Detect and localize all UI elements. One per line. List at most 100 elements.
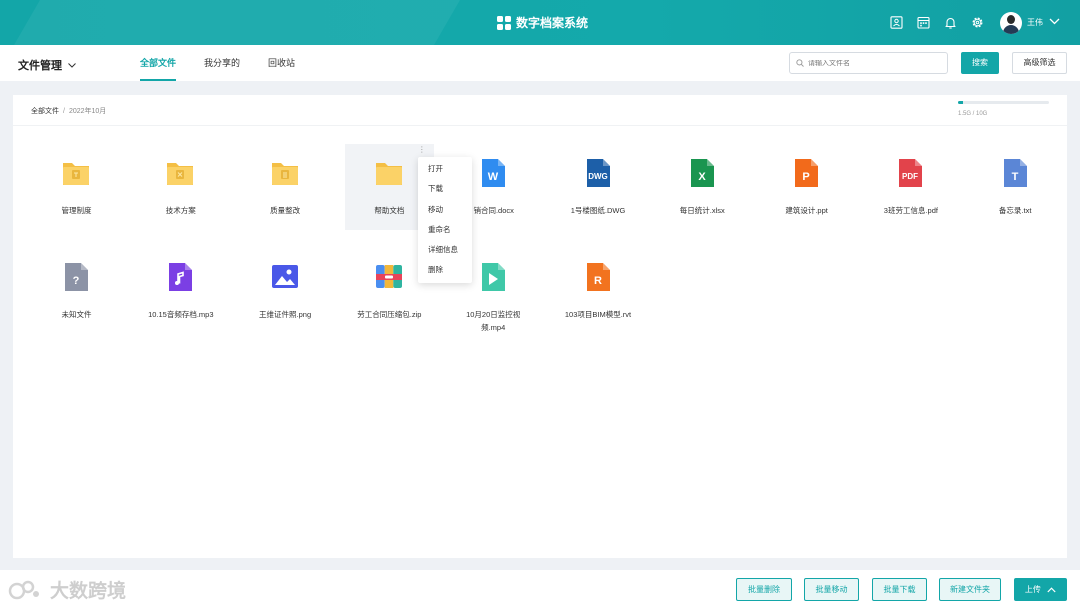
advanced-filter-button[interactable]: 高级筛选 — [1012, 52, 1067, 74]
search-input[interactable] — [808, 59, 938, 67]
bell-icon[interactable] — [943, 16, 957, 30]
file-name: 每日统计.xlsx — [679, 206, 725, 215]
divider — [13, 125, 1067, 126]
contacts-icon[interactable] — [889, 16, 903, 30]
module-selector[interactable]: 文件管理 — [18, 57, 76, 73]
folder-file-icon — [62, 157, 90, 189]
file-item[interactable]: 王维证件照.png — [241, 248, 330, 334]
tab-recycle-bin[interactable]: 回收站 — [268, 45, 295, 81]
app-title: 数字档案系统 — [516, 16, 589, 30]
file-name: 备忘录.txt — [998, 206, 1032, 215]
batch-move-button[interactable]: 批量移动 — [804, 578, 859, 601]
file-item[interactable]: T 备忘录.txt — [971, 144, 1060, 230]
file-name: 建筑设计.ppt — [785, 206, 828, 215]
video-file-icon — [479, 261, 507, 293]
tab-bar: 全部文件 我分享的 回收站 — [140, 45, 323, 81]
context-menu-item[interactable]: 移动 — [418, 200, 472, 220]
watermark: 大数跨境 — [8, 576, 126, 603]
file-name: 1号楼图纸.DWG — [570, 206, 626, 215]
chevron-down-icon — [1049, 18, 1060, 27]
upload-label: 上传 — [1024, 585, 1041, 594]
header-actions: 王伟 — [876, 0, 1060, 45]
svg-text:R: R — [594, 275, 602, 287]
audio-file-icon — [166, 261, 194, 293]
word-file-icon: W — [479, 157, 507, 189]
storage-usage: 1.5G / 10G — [958, 101, 1049, 117]
file-name: 王维证件照.png — [259, 310, 312, 319]
file-item[interactable]: 管理制度 — [32, 144, 121, 230]
gear-icon[interactable] — [970, 16, 984, 30]
zip-file-icon — [375, 261, 403, 293]
context-menu-item[interactable]: 详细信息 — [418, 240, 472, 260]
pdf-file-icon: PDF — [896, 157, 924, 189]
new-folder-button[interactable]: 新建文件夹 — [939, 578, 1001, 601]
context-menu-item[interactable]: 下载 — [418, 179, 472, 199]
batch-download-button[interactable]: 批量下载 — [872, 578, 927, 601]
dwg-file-icon: DWG — [584, 157, 612, 189]
file-item[interactable]: 技术方案 — [136, 144, 225, 230]
image-file-icon — [271, 261, 299, 293]
folder-file-icon — [166, 157, 194, 189]
context-menu-item[interactable]: 删除 — [418, 260, 472, 280]
txt-file-icon: T — [1001, 157, 1029, 189]
user-name: 王伟 — [1027, 18, 1043, 27]
storage-fill — [958, 101, 963, 104]
tab-all-files[interactable]: 全部文件 — [140, 45, 177, 81]
svg-text:P: P — [802, 171, 809, 183]
sub-header: 文件管理 全部文件 我分享的 回收站 搜索 高级筛选 — [0, 45, 1080, 81]
file-item[interactable]: PDF 3班劳工信息.pdf — [866, 144, 955, 230]
search-button[interactable]: 搜索 — [961, 52, 999, 74]
file-item[interactable]: 10.15音频存档.mp3 — [136, 248, 225, 334]
rvt-file-icon: R — [584, 261, 612, 293]
upload-button[interactable]: 上传 — [1014, 578, 1067, 601]
module-title: 文件管理 — [18, 60, 62, 72]
chevron-down-icon — [68, 59, 76, 71]
file-item[interactable]: ? 未知文件 — [32, 248, 121, 334]
bottom-bar: 大数跨境 批量删除 批量移动 批量下载 新建文件夹 上传 — [0, 570, 1080, 608]
svg-text:X: X — [698, 171, 706, 183]
ppt-file-icon: P — [792, 157, 820, 189]
svg-text:T: T — [1011, 171, 1018, 183]
file-item[interactable]: X 每日统计.xlsx — [658, 144, 747, 230]
svg-text:W: W — [488, 171, 499, 183]
breadcrumb-current: 2022年10月 — [68, 108, 107, 115]
storage-bar — [958, 101, 1049, 104]
file-item[interactable]: P 建筑设计.ppt — [762, 144, 851, 230]
batch-delete-button[interactable]: 批量删除 — [736, 578, 792, 601]
file-panel: 全部文件/2022年10月 1.5G / 10G 管理制度 技术方案 质量整改 帮助文… — [13, 95, 1067, 558]
folder-file-icon — [375, 157, 403, 189]
svg-text:DWG: DWG — [588, 172, 608, 181]
storage-text: 1.5G / 10G — [958, 111, 988, 117]
header-decoration — [5, 0, 495, 45]
file-item[interactable]: 质量整改 — [241, 144, 330, 230]
svg-text:PDF: PDF — [902, 172, 918, 181]
breadcrumb-separator: / — [63, 108, 65, 115]
top-bar: 数字档案系统 王伟 — [0, 0, 1080, 45]
chevron-up-icon — [1047, 587, 1056, 593]
context-menu: 打开 下载 移动 重命名 详细信息 删除 — [418, 157, 472, 283]
breadcrumb-root[interactable]: 全部文件 — [31, 108, 59, 115]
file-name: 10.15音频存档.mp3 — [148, 310, 214, 319]
file-item[interactable]: R 103项目BIM模型.rvt — [554, 248, 643, 334]
context-menu-item[interactable]: 打开 — [418, 159, 472, 179]
search-box — [789, 52, 948, 74]
file-name: 劳工合同压缩包.zip — [357, 310, 422, 319]
file-name: 3班劳工信息.pdf — [883, 206, 938, 215]
file-name: 技术方案 — [165, 206, 196, 215]
user-menu[interactable]: 王伟 — [1000, 11, 1060, 34]
app-brand: 数字档案系统 — [497, 14, 588, 31]
file-name: 质量整改 — [270, 206, 301, 215]
unknown-file-icon: ? — [62, 261, 90, 293]
file-name: 103项目BIM模型.rvt — [564, 310, 632, 319]
tab-my-shared[interactable]: 我分享的 — [204, 45, 240, 81]
more-options-icon[interactable]: ⋮ — [418, 146, 426, 154]
folder-file-icon — [271, 157, 299, 189]
app-logo-icon — [497, 15, 511, 30]
watermark-logo-icon — [8, 579, 42, 601]
file-name: 未知文件 — [61, 310, 92, 319]
excel-file-icon: X — [688, 157, 716, 189]
file-item[interactable]: DWG 1号楼图纸.DWG — [554, 144, 643, 230]
context-menu-item[interactable]: 重命名 — [418, 220, 472, 240]
file-name: 管理制度 — [61, 206, 92, 215]
calendar-icon[interactable] — [916, 16, 930, 30]
